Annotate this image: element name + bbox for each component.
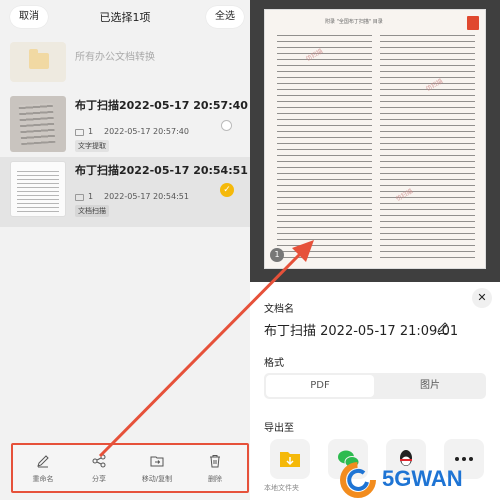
folder-label: 所有办公文档转换 [75,52,155,63]
page-count-icon [75,194,84,201]
file-list-item-selected[interactable]: 布丁扫描2022-05-17 20:54:51 1 2022-05-17 20:… [0,157,250,227]
file-tag: 文档扫描 [75,205,109,217]
move-copy-button[interactable]: 移动/复制 [131,449,183,489]
file-thumbnail [10,96,66,152]
local-folder-label: 本地文件夹 [264,484,299,492]
rename-label: 重命名 [32,475,54,483]
format-label: 格式 [264,358,284,369]
page-number-badge: 1 [270,248,284,262]
edit-pencil-icon[interactable] [436,321,450,335]
share-label: 分享 [92,475,106,483]
select-all-button[interactable]: 全选 [206,6,244,28]
file-thumbnail [10,161,66,217]
file-date: 2022-05-17 20:54:51 [104,192,189,201]
move-copy-label: 移动/复制 [141,475,173,483]
select-radio[interactable] [221,120,232,131]
page-count: 1 [88,127,94,136]
folder-icon [29,49,49,69]
format-option-pdf[interactable]: PDF [266,375,374,397]
file-list-item[interactable]: 布丁扫描2022-05-17 20:57:40 1 2022-05-17 20:… [0,92,250,156]
preview-backdrop: 附录 "全国布丁扫描" 目录 仿扫描 仿扫描 仿扫描 1 [250,0,500,282]
document-preview[interactable]: 附录 "全国布丁扫描" 目录 仿扫描 仿扫描 仿扫描 1 [264,9,486,269]
file-name: 布丁扫描2022-05-17 20:54:51 [75,164,248,177]
preview-text-lines [277,30,475,258]
preview-header-text: 附录 "全国布丁扫描" 目录 [325,19,383,25]
format-segmented-control: PDF 图片 [264,373,486,399]
folder-icon [280,452,300,467]
share-button[interactable]: 分享 [73,449,125,489]
page-count: 1 [88,192,94,201]
action-toolbar: 重命名 分享 移动/复制 删除 [11,443,249,493]
share-icon [92,454,106,468]
export-local-folder[interactable] [270,439,310,479]
delete-label: 删除 [208,475,222,483]
move-folder-icon [150,456,164,467]
file-date: 2022-05-17 20:57:40 [104,127,189,136]
pdf-file-icon [467,16,479,30]
format-option-image[interactable]: 图片 [376,375,484,397]
trash-icon [210,455,220,468]
selection-header: 取消 已选择1项 全选 [0,0,250,34]
pencil-icon [37,455,49,468]
close-button[interactable]: ✕ [472,288,492,308]
brand-watermark: 5GWAN [338,460,500,500]
delete-button[interactable]: 删除 [189,449,241,489]
file-list-panel: 取消 已选择1项 全选 所有办公文档转换 布丁扫描2022-05-17 20:5… [0,0,250,500]
folder-item-office-conversion[interactable]: 所有办公文档转换 [0,38,250,86]
docname-label: 文档名 [264,304,294,315]
rename-button[interactable]: 重命名 [17,449,69,489]
export-label: 导出至 [264,423,294,434]
file-tag: 文字提取 [75,140,109,152]
docname-value[interactable]: 布丁扫描 2022-05-17 21:09:01 [264,320,458,339]
folder-thumbnail [10,42,66,82]
page-count-icon [75,129,84,136]
brand-text: 5GWAN [382,466,463,491]
export-panel: 附录 "全国布丁扫描" 目录 仿扫描 仿扫描 仿扫描 1 ✕ 文档名 布丁扫描 … [250,0,500,500]
file-name: 布丁扫描2022-05-17 20:57:40 [75,99,248,112]
selected-check-icon[interactable]: ✓ [220,183,234,197]
brand-logo-icon [340,462,376,498]
